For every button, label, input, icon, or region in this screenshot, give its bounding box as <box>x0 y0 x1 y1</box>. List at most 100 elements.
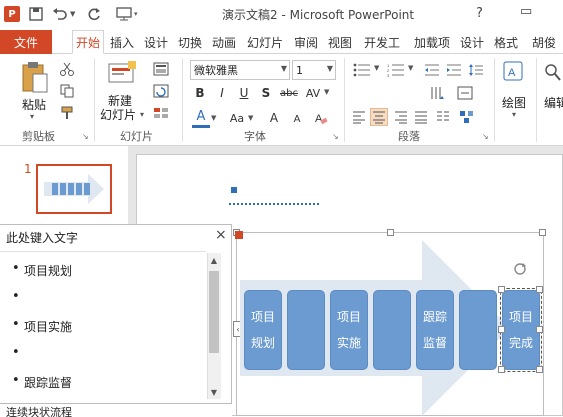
smartart-box[interactable]: 项目 规划 <box>244 290 282 370</box>
resize-handle[interactable] <box>536 366 543 373</box>
help-button[interactable]: ? <box>476 6 483 21</box>
tab-transitions[interactable]: 切换 <box>176 30 204 54</box>
text-shadow-button[interactable]: S <box>258 84 274 102</box>
resize-handle[interactable] <box>539 229 546 236</box>
undo-dropdown-icon[interactable]: ▼ <box>70 10 75 18</box>
resize-handle[interactable] <box>536 326 543 333</box>
clear-formatting-icon[interactable]: A <box>312 109 330 127</box>
bullet-item[interactable]: 项目规划 <box>12 261 72 279</box>
decrease-indent-icon[interactable] <box>422 62 442 78</box>
change-case-dropdown-icon[interactable]: ▼ <box>248 114 253 122</box>
reset-slide-icon[interactable] <box>150 82 172 100</box>
resize-handle[interactable] <box>536 286 543 293</box>
drawing-button-label[interactable]: 绘图 <box>502 94 526 111</box>
find-icon[interactable] <box>544 62 562 87</box>
font-launcher-icon[interactable]: ↘ <box>332 132 339 141</box>
scrollbar-thumb[interactable] <box>209 271 219 353</box>
line-spacing-icon[interactable] <box>466 62 486 78</box>
paste-dropdown-icon[interactable]: ▾ <box>30 112 34 121</box>
paste-button-label[interactable]: 粘贴 <box>22 96 46 113</box>
font-color-button[interactable]: A <box>192 108 210 128</box>
tab-review[interactable]: 审阅 <box>292 30 320 54</box>
resize-handle[interactable] <box>498 366 505 373</box>
align-left-icon[interactable] <box>350 108 368 126</box>
change-case-button[interactable]: Aa <box>226 109 248 127</box>
character-spacing-dropdown-icon[interactable]: ▼ <box>324 88 329 96</box>
tab-animations[interactable]: 动画 <box>210 30 238 54</box>
justify-icon[interactable] <box>412 108 430 126</box>
cut-icon[interactable] <box>58 60 76 78</box>
smartart-box[interactable]: 项目 实施 <box>330 290 368 370</box>
smartart-box[interactable] <box>459 290 497 370</box>
convert-to-smartart-icon[interactable] <box>456 108 478 126</box>
grow-font-button[interactable]: A <box>266 109 282 127</box>
tab-user[interactable]: 胡俊 <box>528 30 560 54</box>
bullet-item[interactable]: 项目实施 <box>12 317 72 335</box>
smartart-box[interactable]: 跟踪 监督 <box>416 290 454 370</box>
copy-icon[interactable] <box>58 82 76 100</box>
tab-file[interactable]: 文件 <box>0 30 52 54</box>
align-text-icon[interactable] <box>454 84 476 102</box>
tab-view[interactable]: 视图 <box>326 30 354 54</box>
new-slide-label-2[interactable]: 幻灯片 <box>100 106 136 123</box>
shrink-font-button[interactable]: A <box>290 110 304 128</box>
bullets-dropdown-icon[interactable]: ▼ <box>374 64 379 72</box>
save-icon[interactable] <box>28 6 44 22</box>
bullets-icon[interactable] <box>350 62 374 78</box>
smartart-box[interactable] <box>287 290 325 370</box>
smartart-box-selected[interactable]: 项目 完成 <box>500 288 542 372</box>
customize-toolbar-icon[interactable]: ▾ <box>134 10 138 18</box>
tab-home[interactable]: 开始 <box>72 30 104 54</box>
scroll-up-icon[interactable]: ▲ <box>208 253 220 267</box>
redo-icon[interactable] <box>86 6 102 22</box>
rotate-handle-icon[interactable] <box>513 262 527 279</box>
new-slide-dropdown-icon[interactable]: ▾ <box>140 110 144 119</box>
tab-design[interactable]: 设计 <box>142 30 170 54</box>
section-icon[interactable] <box>150 104 172 122</box>
italic-button[interactable]: I <box>214 84 230 102</box>
font-name-combo[interactable]: 微软雅黑 ▼ <box>190 60 290 80</box>
paste-icon[interactable] <box>20 60 50 97</box>
text-pane-bullet-list[interactable]: 项目规划 项目实施 跟踪监督 <box>0 251 206 399</box>
font-color-dropdown-icon[interactable]: ▼ <box>211 114 216 122</box>
font-size-dropdown-icon[interactable]: ▼ <box>327 64 333 73</box>
paragraph-launcher-icon[interactable]: ↘ <box>482 132 489 141</box>
font-name-dropdown-icon[interactable]: ▼ <box>281 64 287 73</box>
strikethrough-button[interactable]: abc <box>278 84 300 102</box>
scroll-down-icon[interactable]: ▼ <box>208 385 220 399</box>
text-direction-icon[interactable] <box>426 84 448 102</box>
tab-insert[interactable]: 插入 <box>108 30 136 54</box>
new-slide-icon[interactable] <box>108 60 138 91</box>
ribbon-display-options-button[interactable]: ▭ <box>520 4 532 19</box>
numbering-icon[interactable]: 123 <box>384 62 408 78</box>
clipboard-launcher-icon[interactable]: ↘ <box>82 132 89 141</box>
resize-handle[interactable] <box>498 326 505 333</box>
increase-indent-icon[interactable] <box>444 62 464 78</box>
tab-addins[interactable]: 加载项 <box>410 30 454 54</box>
character-spacing-button[interactable]: AV <box>302 84 324 102</box>
smartart-box[interactable] <box>373 290 411 370</box>
shapes-icon[interactable]: A <box>502 60 526 89</box>
format-painter-icon[interactable] <box>58 104 76 122</box>
editing-button-label[interactable]: 编辑 <box>544 94 563 111</box>
resize-handle[interactable] <box>387 229 394 236</box>
tab-smartart-design[interactable]: 设计 <box>458 30 486 54</box>
layout-icon[interactable] <box>150 60 172 78</box>
tab-format[interactable]: 格式 <box>492 30 520 54</box>
align-right-icon[interactable] <box>392 108 410 126</box>
underline-button[interactable]: U <box>236 84 252 102</box>
tab-developer[interactable]: 开发工 <box>360 30 404 54</box>
bold-button[interactable]: B <box>192 84 208 102</box>
start-slideshow-icon[interactable] <box>116 6 132 22</box>
bullet-item[interactable]: 跟踪监督 <box>12 373 72 391</box>
drawing-dropdown-icon[interactable]: ▾ <box>512 110 516 119</box>
numbering-dropdown-icon[interactable]: ▼ <box>408 64 413 72</box>
undo-icon[interactable] <box>52 6 68 22</box>
columns-icon[interactable] <box>434 108 452 126</box>
slide-thumbnail[interactable] <box>36 164 112 214</box>
text-pane-close-button[interactable]: × <box>215 227 227 243</box>
resize-handle[interactable] <box>498 286 505 293</box>
align-center-icon[interactable] <box>370 108 388 126</box>
tab-slideshow[interactable]: 幻灯片 <box>244 30 286 54</box>
smartart-text-pane[interactable]: 此处键入文字 × 项目规划 项目实施 跟踪监督 ▲ ▼ 连续块状流程 <box>0 224 232 417</box>
